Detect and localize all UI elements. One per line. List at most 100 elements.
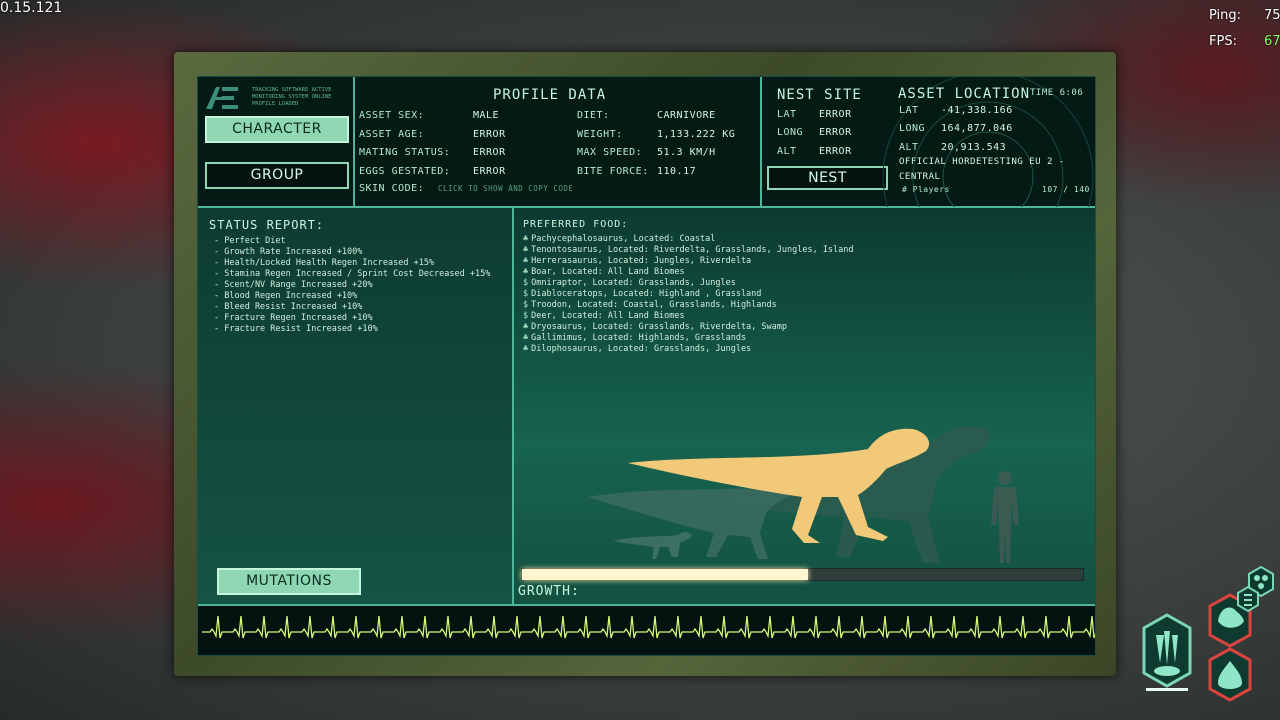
nest-long-label: LONG [777,127,804,138]
asset-sex-value: MALE [473,110,500,121]
skin-code-label: SKIN CODE: [359,183,425,194]
food-icon: ♣ [523,333,529,343]
asset-age-label: ASSET AGE: [359,129,425,140]
eggs-label: EGGS GESTATED: [359,166,451,177]
asset-long-label: LONG [899,123,926,134]
weight-label: WEIGHT: [577,129,623,140]
food-item: ♣ Tenontosaurus, Located: Riverdelta, Gra… [523,245,854,255]
logo: TRACKING SOFTWARE ACTIVE MONITORING SYST… [206,85,346,111]
food-icon: ♣ [523,322,529,332]
asset-location-title: ASSET LOCATION [898,86,1031,102]
logo-icon [206,87,238,109]
character-button[interactable]: CHARACTER [205,116,349,143]
food-item: ♣ Dryosaurus, Located: Grasslands, Riverd… [523,322,787,332]
food-item: $ Omniraptor, Located: Grasslands, Jungle… [523,278,736,288]
status-item: - Fracture Resist Increased +10% [214,324,378,334]
growth-bar [521,568,1084,581]
status-item: - Fracture Regen Increased +10% [214,313,373,323]
status-item: - Health/Locked Health Regen Increased +… [214,258,435,268]
divider [760,77,762,207]
server-name-line2: CENTRAL [899,172,941,182]
max-speed-label: MAX SPEED: [577,147,643,158]
character-panel: TRACKING SOFTWARE ACTIVE MONITORING SYST… [197,76,1096,656]
players-label: # Players [902,185,950,194]
asset-alt-label: ALT [899,142,919,153]
food-item: ♣ Herrerasaurus, Located: Jungles, Riverd… [523,256,752,266]
logo-line: PROFILE LOADED [252,101,299,107]
food-item: ♣ Pachycephalosaurus, Located: Coastal [523,234,716,244]
food-item: ♣ Dilophosaurus, Located: Grasslands, Jun… [523,344,752,354]
diet-value: CARNIVORE [657,110,716,121]
nest-lat-value: ERROR [819,109,852,120]
food-item: $ Diabloceratops, Located: Highland , Gra… [523,289,762,299]
divider [353,77,355,207]
mating-status-label: MATING STATUS: [359,147,451,158]
fps-label: FPS: [1209,34,1237,49]
status-item: - Scent/NV Range Increased +20% [214,280,373,290]
time-readout: TIME 6:06 [1030,88,1084,98]
status-item: - Bleed Resist Increased +10% [214,302,363,312]
food-item: $ Deer, Located: All Land Biomes [523,311,685,321]
weight-value: 1,133.222 KG [657,129,736,140]
food-icon: ♣ [523,245,529,255]
food-icon: ♣ [523,256,529,266]
asset-lat-value: -41,338.166 [941,105,1013,116]
nest-long-value: ERROR [819,127,852,138]
group-button[interactable]: GROUP [205,162,349,189]
growth-silhouettes [588,426,990,563]
skin-code-link[interactable]: CLICK TO SHOW AND COPY CODE [438,184,573,193]
asset-alt-value: 20,913.543 [941,142,1007,153]
status-report-title: STATUS REPORT: [209,218,325,232]
growth-label: GROWTH: [518,584,580,599]
version-label: 0.15.121 [0,0,63,16]
footprint-hex-icon [1142,613,1192,688]
status-item: - Growth Rate Increased +100% [214,247,363,257]
status-item: - Stamina Regen Increased / Sprint Cost … [214,269,491,279]
diet-hex-icon [1237,585,1259,613]
profile-title: PROFILE DATA [493,87,607,103]
nest-alt-value: ERROR [819,146,852,157]
food-icon: $ [523,300,529,310]
nest-alt-label: ALT [777,146,797,157]
asset-sex-label: ASSET SEX: [359,110,425,121]
growth-bar-fill [522,569,809,580]
food-item: $ Troodon, Located: Coastal, Grasslands, … [523,300,777,310]
food-icon: ♣ [523,344,529,354]
bite-force-value: 110.17 [657,166,697,177]
bite-force-label: BITE FORCE: [577,166,649,177]
fps-value: 67 [1264,34,1280,49]
food-item: ♣ Gallimimus, Located: Highlands, Grassla… [523,333,747,343]
diet-label: DIET: [577,110,610,121]
max-speed-value: 51.3 KM/H [657,147,716,158]
human-silhouette-icon [991,471,1019,563]
food-icon: ♣ [523,267,529,277]
asset-long-value: 164,877.046 [941,123,1013,134]
nest-button[interactable]: NEST [767,166,888,190]
ping-label: Ping: [1209,8,1242,23]
preferred-food-title: PREFERRED FOOD: [523,219,629,230]
server-name: OFFICIAL HORDETESTING EU 2 - [899,157,1065,167]
logo-line: TRACKING SOFTWARE ACTIVE [252,87,332,93]
fps-readout: FPS: 67 [1209,34,1280,49]
ping-readout: Ping: 75 [1209,8,1280,23]
nest-lat-label: LAT [777,109,797,120]
food-icon: ♣ [523,234,529,244]
asset-lat-label: LAT [899,105,919,116]
mating-status-value: ERROR [473,147,506,158]
hex-status-hud [1142,565,1274,702]
food-item: ♣ Boar, Located: All Land Biomes [523,267,685,277]
nest-site-title: NEST SITE [777,87,862,103]
hatchling-dino-silhouette [613,532,692,559]
ping-value: 75 [1264,8,1280,23]
food-icon: $ [523,311,529,321]
status-item: - Perfect Diet [214,236,286,246]
logo-line: MONITORING SYSTEM ONLINE [252,94,332,100]
mutations-button[interactable]: MUTATIONS [217,568,361,595]
food-icon: $ [523,278,529,288]
status-item: - Blood Regen Increased +10% [214,291,358,301]
heartbeat-monitor [198,606,1095,655]
heartbeat-line [202,615,1095,639]
eggs-value: ERROR [473,166,506,177]
asset-age-value: ERROR [473,129,506,140]
food-icon: $ [523,289,529,299]
